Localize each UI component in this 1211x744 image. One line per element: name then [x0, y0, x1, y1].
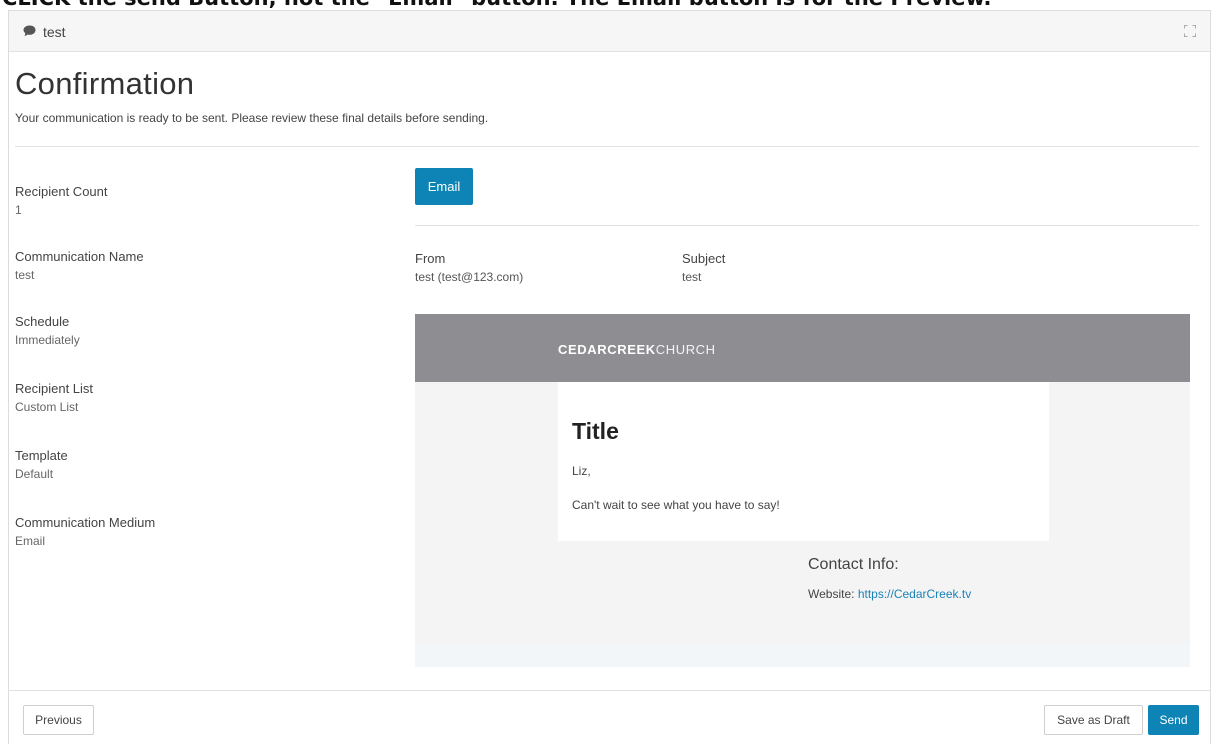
detail-label: Template [15, 448, 68, 463]
instruction-banner: CLICK the send Button, not the "Email" b… [0, 0, 1211, 10]
website-label: Website: [808, 587, 855, 601]
detail-template: Template Default [15, 447, 68, 483]
detail-label: Communication Medium [15, 515, 156, 530]
email-preview-button[interactable]: Email [415, 168, 473, 205]
email-from: From test (test@123.com) [415, 250, 523, 286]
preview-greeting: Liz, [572, 464, 591, 478]
contact-info-heading: Contact Info: [808, 556, 899, 573]
preview-header-band: CEDARCREEKCHURCH [415, 314, 1190, 382]
detail-value: test [15, 268, 35, 282]
detail-value: Email [15, 534, 46, 548]
page-description: Your communication is ready to be sent. … [15, 111, 489, 125]
from-value: test (test@123.com) [415, 270, 524, 284]
detail-recipient-count: Recipient Count 1 [15, 183, 108, 219]
previous-button[interactable]: Previous [23, 705, 94, 735]
detail-label: Communication Name [15, 249, 144, 264]
divider [15, 146, 1199, 147]
save-as-draft-button[interactable]: Save as Draft [1044, 705, 1143, 735]
contact-website: Website: https://CedarCreek.tv [808, 587, 971, 601]
send-button[interactable]: Send [1148, 705, 1199, 735]
divider [415, 225, 1199, 226]
detail-communication-name: Communication Name test [15, 248, 144, 284]
email-preview: CEDARCREEKCHURCH Title Liz, Can't wait t… [415, 314, 1190, 667]
preview-footer [415, 643, 1190, 667]
logo-bold-text: CEDARCREEK [558, 342, 656, 357]
detail-value: Immediately [15, 333, 80, 347]
logo-light-text: CHURCH [655, 342, 716, 357]
detail-value: Default [15, 467, 54, 481]
email-subject: Subject test [682, 250, 725, 286]
chat-bubble-icon [23, 25, 36, 37]
website-link[interactable]: https://CedarCreek.tv [858, 587, 971, 601]
preview-title: Title [572, 418, 619, 444]
subject-value: test [682, 270, 702, 284]
detail-communication-medium: Communication Medium Email [15, 514, 155, 550]
detail-schedule: Schedule Immediately [15, 313, 80, 349]
from-label: From [415, 251, 446, 266]
panel-title: test [43, 24, 66, 40]
detail-label: Recipient List [15, 381, 94, 396]
detail-recipient-list: Recipient List Custom List [15, 380, 93, 416]
detail-label: Schedule [15, 314, 70, 329]
preview-content-card: Title Liz, Can't wait to see what you ha… [558, 382, 1049, 541]
detail-label: Recipient Count [15, 184, 108, 199]
preview-body: Can't wait to see what you have to say! [572, 498, 780, 512]
detail-value: Custom List [15, 400, 79, 414]
church-logo: CEDARCREEKCHURCH [558, 342, 716, 357]
fullscreen-icon[interactable] [1184, 25, 1196, 37]
footer-divider [8, 690, 1211, 691]
panel-header: test [9, 11, 1210, 52]
detail-value: 1 [15, 203, 22, 217]
page-title: Confirmation [15, 66, 195, 101]
subject-label: Subject [682, 251, 726, 266]
